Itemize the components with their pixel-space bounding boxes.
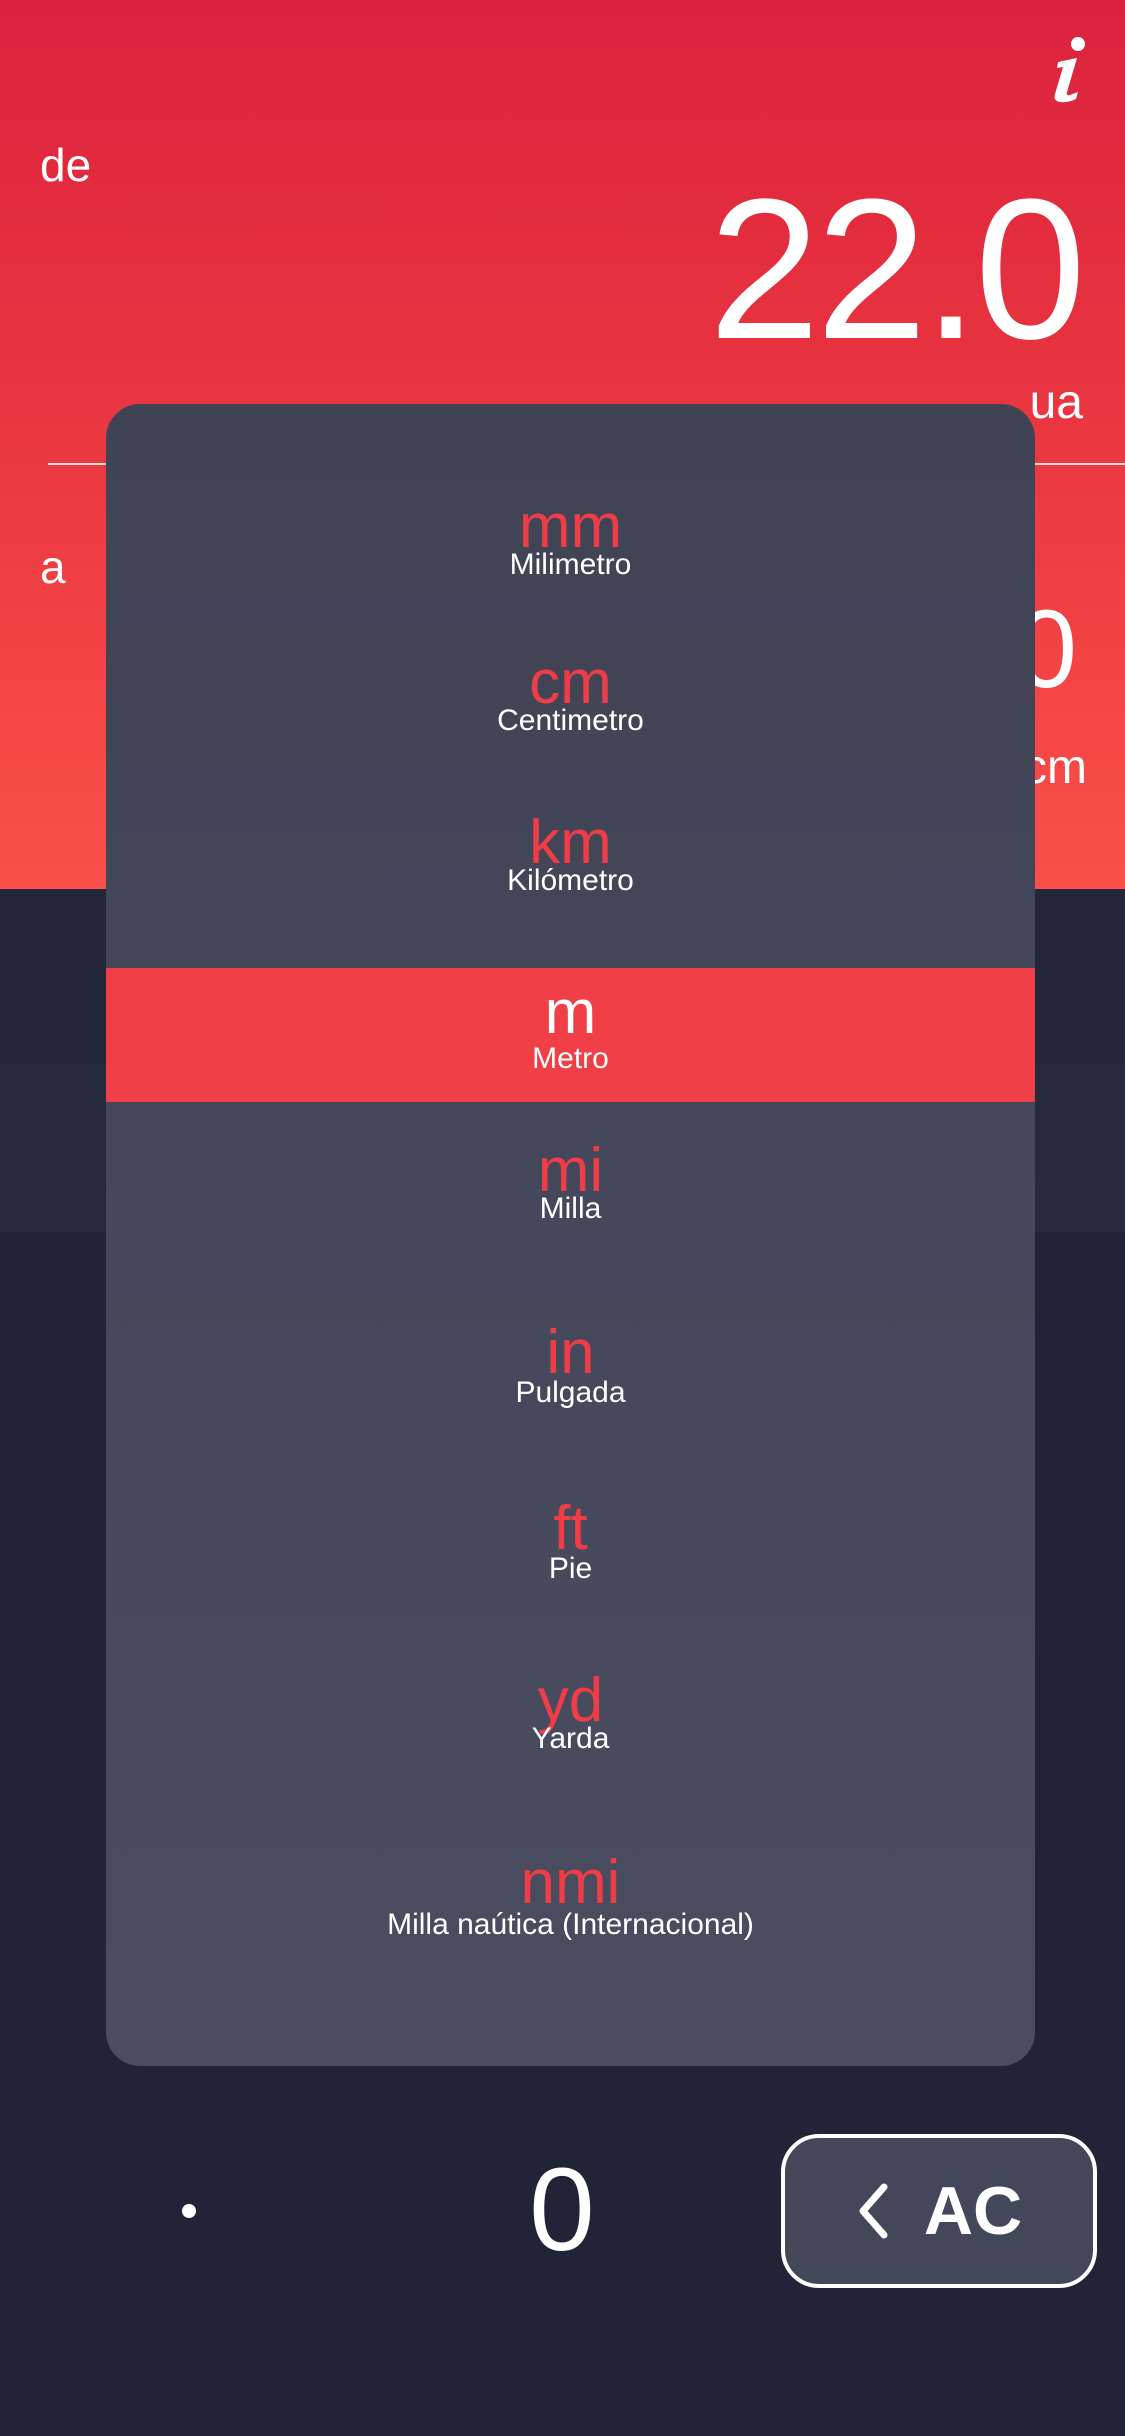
unit-name: Milimetro — [509, 548, 632, 581]
decimal-point-key[interactable] — [182, 2204, 196, 2218]
unit-picker[interactable]: mm Milimetro cm Centimetro km Kilómetro … — [106, 404, 1035, 2066]
unit-name: Milla — [539, 1192, 602, 1225]
unit-name: Yarda — [531, 1722, 610, 1755]
unit-option-mi[interactable]: mi Milla — [106, 1138, 1035, 1248]
clear-button[interactable]: AC — [781, 2134, 1097, 2288]
chevron-left-icon — [856, 2181, 890, 2241]
zero-key[interactable]: 0 — [500, 2140, 624, 2280]
info-icon[interactable] — [1048, 36, 1092, 104]
unit-name: Centimetro — [497, 704, 644, 737]
to-label: a — [40, 541, 66, 593]
from-value-display[interactable]: 22.0 — [709, 170, 1086, 370]
unit-name: Milla naútica (Internacional) — [387, 1908, 754, 1941]
unit-option-in[interactable]: in Pulgada — [106, 1320, 1035, 1430]
unit-option-ft[interactable]: ft Pie — [106, 1496, 1035, 1606]
unit-option-km[interactable]: km Kilómetro — [106, 810, 1035, 920]
unit-option-nmi[interactable]: nmi Milla naútica (Internacional) — [106, 1850, 1035, 1960]
unit-name: Pie — [548, 1552, 593, 1585]
unit-option-m-selected[interactable]: m Metro — [106, 968, 1035, 1102]
unit-symbol: nmi — [520, 1848, 621, 1917]
unit-name: Metro — [532, 1042, 609, 1075]
from-label: de — [40, 139, 92, 191]
unit-option-yd[interactable]: yd Yarda — [106, 1668, 1035, 1778]
from-unit-selector[interactable]: ua — [1030, 375, 1083, 430]
unit-option-cm[interactable]: cm Centimetro — [106, 650, 1035, 760]
clear-label: AC — [923, 2173, 1023, 2249]
unit-symbol: m — [544, 978, 597, 1047]
unit-option-mm[interactable]: mm Milimetro — [106, 494, 1035, 604]
unit-name: Pulgada — [515, 1376, 626, 1409]
unit-name: Kilómetro — [507, 864, 634, 897]
